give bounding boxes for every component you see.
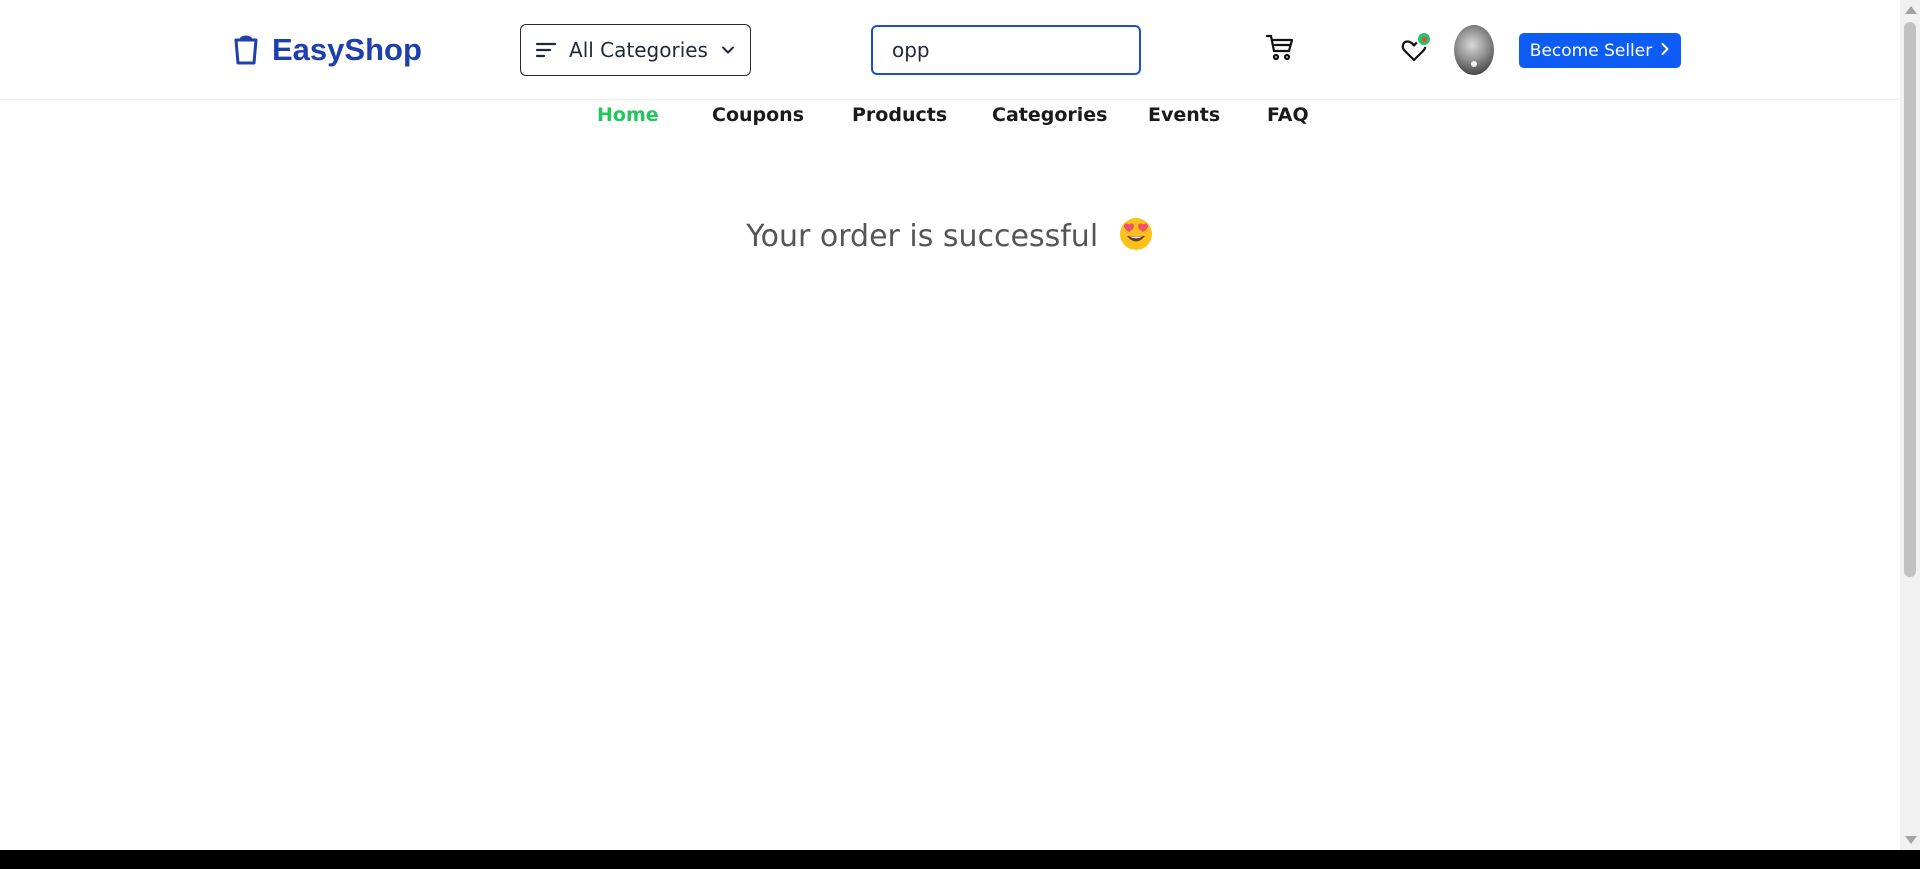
order-success-message: Your order is successful [0,216,1900,254]
header: EasyShop All Categories opp Become Selle… [0,0,1900,100]
all-categories-label: All Categories [569,38,708,62]
nav-products[interactable]: Products [852,104,947,126]
nav-home[interactable]: Home [597,104,659,126]
bottom-bar [0,850,1920,869]
wishlist-badge [1416,31,1432,47]
vertical-scrollbar[interactable] [1900,0,1920,850]
nav-coupons[interactable]: Coupons [712,104,804,126]
become-seller-label: Become Seller [1529,40,1653,61]
page: EasyShop All Categories opp Become Selle… [0,0,1900,850]
become-seller-button[interactable]: Become Seller [1519,33,1681,68]
nav-categories[interactable]: Categories [992,104,1107,126]
chevron-down-icon [720,42,736,58]
chevron-right-icon [1660,41,1670,61]
shopping-bag-icon [232,34,260,66]
search-input[interactable] [871,25,1141,75]
logo-text: EasyShop [272,32,422,67]
cart-icon[interactable] [1265,32,1295,62]
smiling-face-with-heart-eyes-icon [1118,216,1154,252]
browser-viewport: EasyShop All Categories opp Become Selle… [0,0,1920,869]
nav-events[interactable]: Events [1148,104,1220,126]
filter-lines-icon [535,41,557,59]
all-categories-dropdown[interactable]: All Categories [520,24,751,76]
order-success-text: Your order is successful [746,219,1099,254]
avatar[interactable] [1454,25,1494,75]
scroll-up-icon[interactable] [1905,6,1917,14]
main-nav: Home Coupons Products Categories Events … [0,104,1900,132]
logo-link[interactable]: EasyShop [232,30,422,70]
scrollbar-thumb[interactable] [1904,22,1916,577]
nav-faq[interactable]: FAQ [1267,104,1309,126]
scroll-down-icon[interactable] [1905,836,1917,844]
